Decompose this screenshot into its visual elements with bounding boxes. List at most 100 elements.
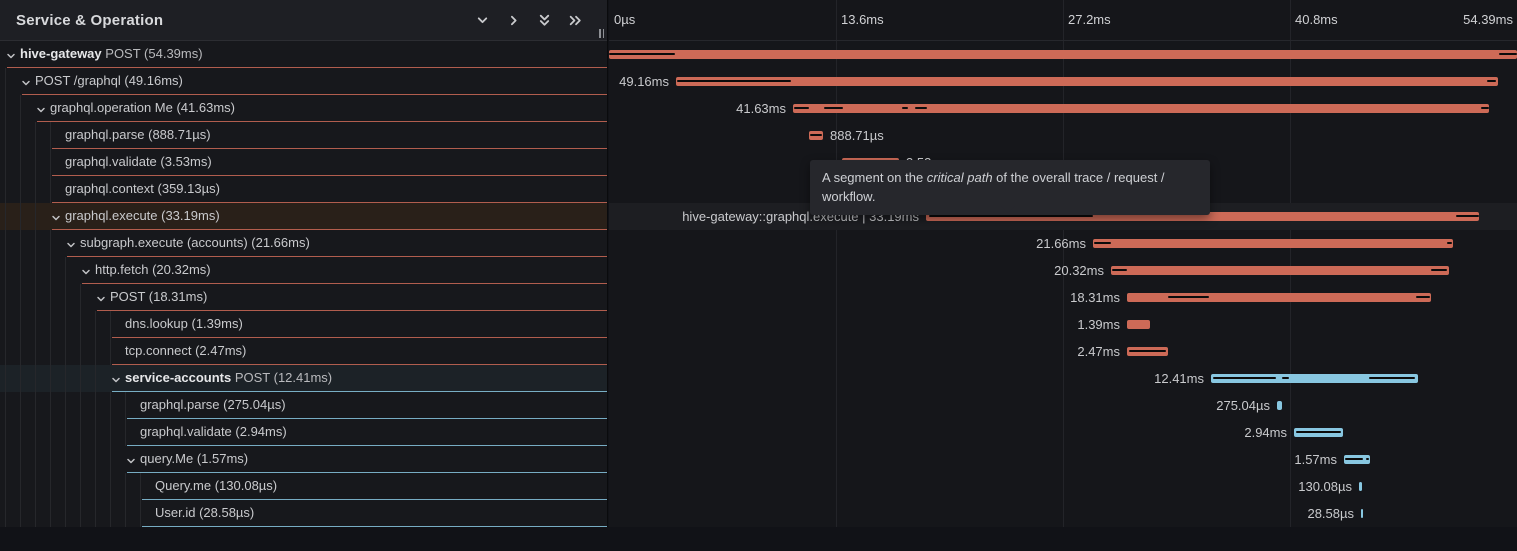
span-row[interactable]: graphql.parse (275.04µs) — [0, 392, 607, 419]
expand-all-icon[interactable] — [568, 13, 583, 28]
indent-guide — [50, 338, 51, 365]
expand-chevron-icon[interactable] — [36, 103, 46, 118]
span-bar[interactable] — [1127, 320, 1150, 329]
duration-label: 1.39ms — [1077, 311, 1120, 338]
collapse-all-icon[interactable] — [537, 13, 552, 28]
expand-chevron-icon[interactable] — [111, 373, 121, 388]
indent-guide — [5, 230, 6, 257]
span-bar[interactable] — [1359, 482, 1362, 491]
indent-guide — [20, 392, 21, 419]
span-row[interactable]: graphql.parse (888.71µs) — [0, 122, 607, 149]
span-row[interactable]: dns.lookup (1.39ms) — [0, 311, 607, 338]
span-row[interactable]: service-accounts POST (12.41ms) — [0, 365, 607, 392]
service-operation-header: Service & Operation — [0, 0, 607, 41]
timeline-row: 275.04µs — [609, 392, 1517, 419]
span-bar[interactable] — [1277, 401, 1282, 410]
indent-guide — [50, 392, 51, 419]
span-row[interactable]: graphql.operation Me (41.63ms) — [0, 95, 607, 122]
indent-guide — [20, 338, 21, 365]
collapse-one-icon[interactable] — [475, 13, 490, 28]
indent-guide — [5, 149, 6, 176]
span-bar[interactable] — [609, 50, 1517, 59]
indent-guide — [80, 338, 81, 365]
column-resize-handle[interactable] — [599, 29, 604, 38]
span-row[interactable]: POST /graphql (49.16ms) — [0, 68, 607, 95]
critical-path-segment — [810, 134, 822, 136]
indent-guide — [35, 284, 36, 311]
timeline-row: 2.94ms — [609, 419, 1517, 446]
indent-guide — [20, 446, 21, 473]
span-row[interactable]: graphql.validate (2.94ms) — [0, 419, 607, 446]
indent-guide — [20, 311, 21, 338]
timeline-row: 2.47ms — [609, 338, 1517, 365]
indent-guide — [50, 284, 51, 311]
timeline-row: 20.32ms — [609, 257, 1517, 284]
indent-guide — [5, 311, 6, 338]
critical-path-segment — [1487, 80, 1496, 82]
expand-chevron-icon[interactable] — [21, 76, 31, 91]
expand-chevron-icon[interactable] — [66, 238, 76, 253]
duration-label: 12.41ms — [1154, 365, 1204, 392]
critical-path-segment — [677, 80, 791, 82]
indent-guide — [35, 338, 36, 365]
service-name: hive-gateway — [20, 46, 102, 61]
span-row[interactable]: http.fetch (20.32ms) — [0, 257, 607, 284]
critical-path-segment — [902, 107, 908, 109]
span-bar[interactable] — [1361, 509, 1363, 518]
span-tree: hive-gateway POST (54.39ms)POST /graphql… — [0, 41, 607, 527]
span-bar[interactable] — [1093, 239, 1453, 248]
span-row[interactable]: graphql.validate (3.53ms) — [0, 149, 607, 176]
span-row[interactable]: graphql.execute (33.19ms) — [0, 203, 607, 230]
span-bar[interactable] — [793, 104, 1489, 113]
critical-path-segment — [1345, 458, 1363, 460]
span-bar[interactable] — [1127, 347, 1168, 356]
indent-guide — [20, 419, 21, 446]
expand-chevron-icon[interactable] — [51, 211, 61, 226]
critical-path-segment — [1213, 377, 1276, 379]
timeline-tick: 27.2ms — [1068, 12, 1111, 27]
operation-name: POST (54.39ms) — [102, 46, 203, 61]
indent-guide — [35, 473, 36, 500]
expand-chevron-icon[interactable] — [6, 49, 16, 64]
span-row[interactable]: hive-gateway POST (54.39ms) — [0, 41, 607, 68]
span-bar[interactable] — [809, 131, 823, 140]
expand-chevron-icon[interactable] — [126, 454, 136, 469]
span-bar[interactable] — [1111, 266, 1449, 275]
expand-one-icon[interactable] — [506, 13, 521, 28]
indent-guide — [95, 338, 96, 365]
expand-chevron-icon[interactable] — [81, 265, 91, 280]
indent-guide — [140, 473, 141, 500]
critical-path-segment — [609, 53, 675, 55]
indent-guide — [65, 473, 66, 500]
duration-label: 28.58µs — [1307, 500, 1354, 527]
span-row[interactable]: graphql.context (359.13µs) — [0, 176, 607, 203]
timeline-panel: 0µs 13.6ms 27.2ms 40.8ms 54.39ms 49.16ms… — [609, 0, 1517, 527]
indent-guide — [50, 122, 51, 149]
duration-label: 275.04µs — [1216, 392, 1270, 419]
span-row[interactable]: subgraph.execute (accounts) (21.66ms) — [0, 230, 607, 257]
span-bar[interactable] — [1127, 293, 1431, 302]
indent-guide — [5, 446, 6, 473]
critical-path-segment — [1499, 53, 1517, 55]
indent-guide — [35, 311, 36, 338]
duration-label: 41.63ms — [736, 95, 786, 122]
span-row[interactable]: tcp.connect (2.47ms) — [0, 338, 607, 365]
span-label: subgraph.execute (accounts) (21.66ms) — [80, 230, 310, 256]
expand-chevron-icon[interactable] — [96, 292, 106, 307]
span-row[interactable]: POST (18.31ms) — [0, 284, 607, 311]
span-row[interactable]: User.id (28.58µs) — [0, 500, 607, 527]
span-bar[interactable] — [676, 77, 1498, 86]
indent-guide — [5, 419, 6, 446]
span-row[interactable]: Query.me (130.08µs) — [0, 473, 607, 500]
indent-guide — [5, 95, 6, 122]
span-bar[interactable] — [1344, 455, 1370, 464]
span-bar[interactable] — [1211, 374, 1418, 383]
service-operation-panel: Service & Operation hive-gateway POST (5… — [0, 0, 608, 527]
span-row[interactable]: query.Me (1.57ms) — [0, 446, 607, 473]
indent-guide — [35, 176, 36, 203]
indent-guide — [95, 365, 96, 392]
critical-path-segment — [824, 107, 843, 109]
indent-guide — [20, 473, 21, 500]
span-bar[interactable] — [1294, 428, 1343, 437]
indent-guide — [110, 500, 111, 527]
